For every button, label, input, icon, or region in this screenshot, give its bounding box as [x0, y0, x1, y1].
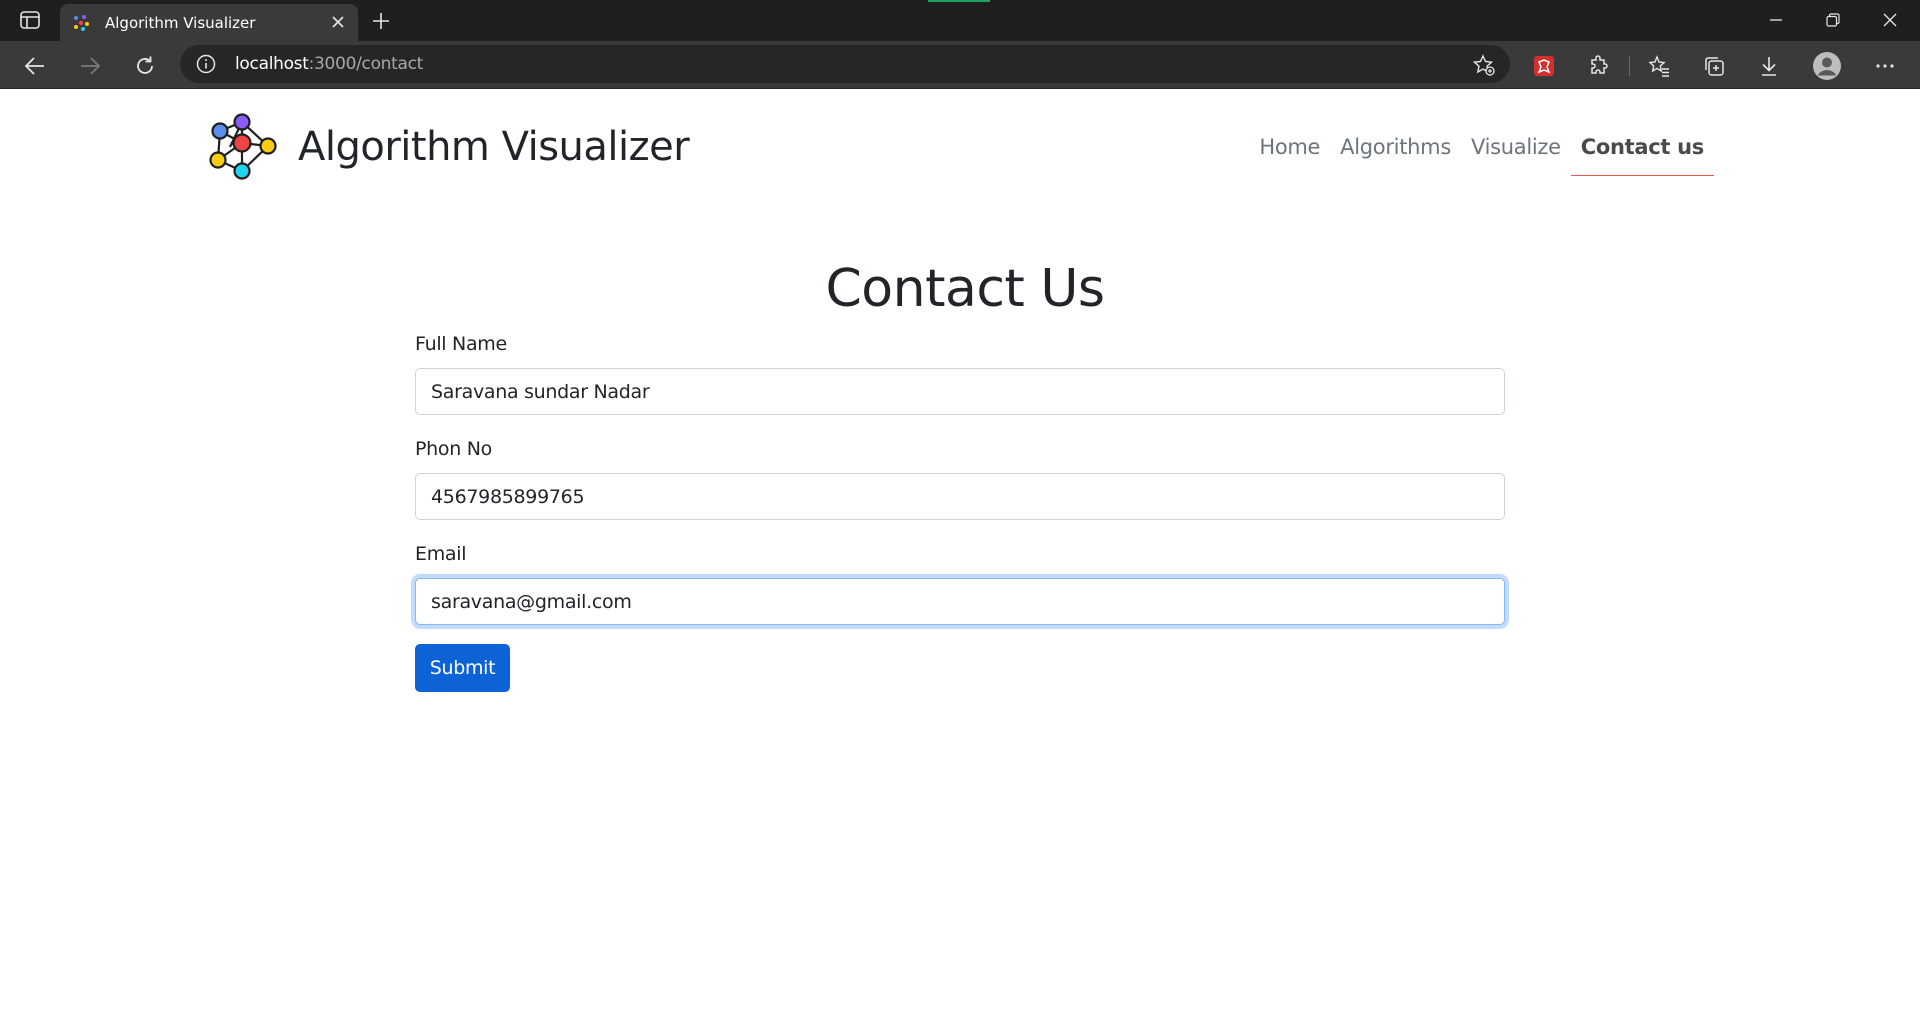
site-favicon-icon: [74, 15, 89, 31]
browser-toolbar: localhost:3000/contact: [0, 41, 1920, 89]
brand-logo-icon: [209, 113, 277, 180]
favorites-icon[interactable]: [1642, 49, 1676, 83]
downloads-icon[interactable]: [1752, 49, 1786, 83]
nav-contact-us[interactable]: Contact us: [1570, 122, 1715, 176]
phone-group: Phon No: [415, 435, 1505, 520]
phone-label: Phon No: [415, 438, 492, 460]
nav-home[interactable]: Home: [1249, 122, 1330, 172]
tab-actions-icon[interactable]: [16, 8, 44, 32]
nav-visualize[interactable]: Visualize: [1461, 122, 1571, 172]
profile-avatar-icon[interactable]: [1810, 49, 1844, 83]
tab-title: Algorithm Visualizer: [105, 14, 256, 32]
phone-input[interactable]: [415, 473, 1505, 520]
settings-more-icon[interactable]: [1868, 49, 1902, 83]
minimize-icon[interactable]: [1756, 6, 1796, 34]
add-favorite-icon[interactable]: [1472, 53, 1496, 77]
browser-tab-bar: Algorithm Visualizer: [0, 0, 1920, 41]
full-name-input[interactable]: [415, 368, 1505, 415]
page-content: Algorithm Visualizer Home Algorithms Vis…: [0, 89, 1920, 1030]
brand-link[interactable]: Algorithm Visualizer: [206, 107, 690, 187]
forward-icon[interactable]: [73, 49, 107, 83]
email-input[interactable]: [415, 578, 1505, 625]
site-navbar: Algorithm Visualizer Home Algorithms Vis…: [206, 107, 1715, 187]
site-info-icon[interactable]: [196, 54, 216, 74]
address-bar[interactable]: localhost:3000/contact: [180, 45, 1510, 83]
nav-algorithms[interactable]: Algorithms: [1330, 122, 1461, 172]
refresh-icon[interactable]: [128, 49, 162, 83]
page-title: Contact Us: [825, 259, 1106, 319]
email-group: Email: [415, 540, 1505, 625]
browser-tab-active[interactable]: Algorithm Visualizer: [60, 4, 358, 41]
brand-name: Algorithm Visualizer: [298, 124, 690, 170]
full-name-label: Full Name: [415, 333, 507, 355]
email-label: Email: [415, 543, 467, 565]
close-tab-icon[interactable]: [328, 12, 348, 32]
new-tab-icon[interactable]: [368, 8, 394, 34]
extensions-icon[interactable]: [1582, 49, 1616, 83]
toolbar-separator: [1629, 56, 1630, 76]
full-name-group: Full Name: [415, 330, 1505, 415]
main-nav: Home Algorithms Visualize Contact us: [1249, 107, 1715, 187]
submit-button[interactable]: Submit: [415, 644, 510, 692]
close-window-icon[interactable]: [1870, 6, 1910, 34]
url-text: localhost:3000/contact: [235, 54, 424, 74]
window-accent-mark: [928, 0, 990, 2]
restore-icon[interactable]: [1813, 6, 1853, 34]
collections-icon[interactable]: [1697, 49, 1731, 83]
back-icon[interactable]: [18, 49, 52, 83]
extension-red-icon[interactable]: [1527, 49, 1561, 83]
contact-form: Contact Us Full Name Phon No Email Submi…: [415, 254, 1505, 692]
